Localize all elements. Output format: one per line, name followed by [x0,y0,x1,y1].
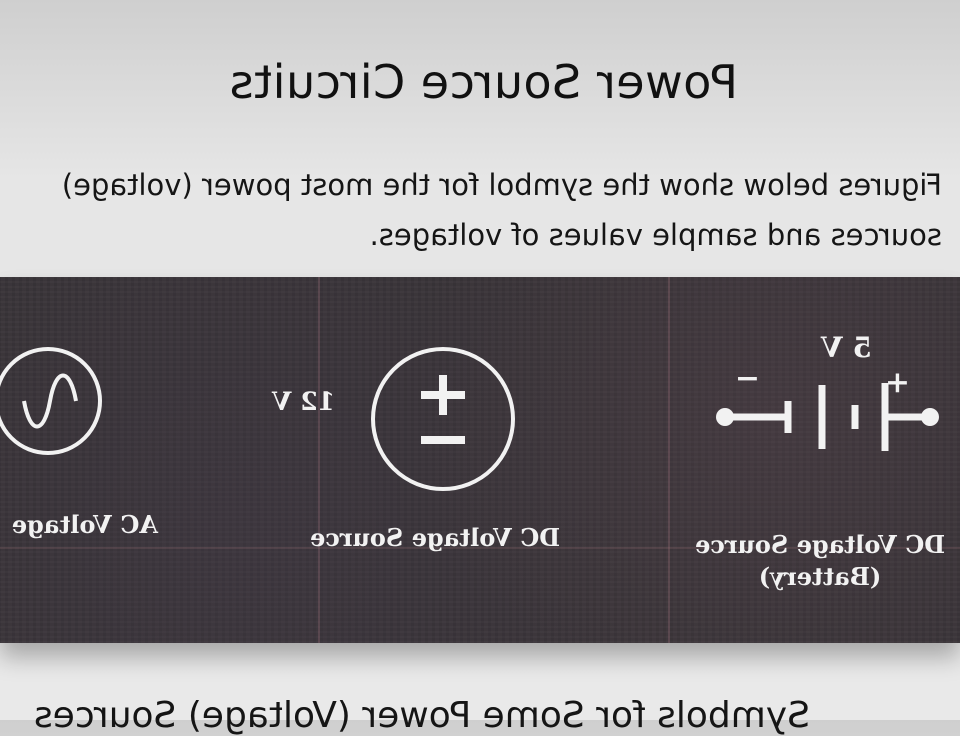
battery-minus-sign: − [734,361,760,396]
intro-paragraph: Figures below show the symbol for the mo… [0,160,942,260]
battery-value-label: 5 V [821,331,872,364]
slide-title: Power Source Circuits [229,55,738,109]
panel-texture-line [668,277,670,643]
battery-caption-line-1: DC Voltage Source [694,530,946,559]
ac-caption: AC Voltage [11,510,158,539]
intro-line-1: Figures below show the symbol for the mo… [61,168,942,202]
ac-source-symbol-icon [0,347,102,455]
mirrored-slide: Power Source Circuits Figures below show… [0,0,960,736]
battery-plus-sign: + [884,365,910,400]
panel-texture-line [318,277,320,643]
dc-caption: DC Voltage Source [309,523,561,552]
battery-caption: DC Voltage Source (Battery) [690,529,950,593]
intro-line-2: sources and sample values of voltages. [369,218,942,252]
battery-caption-line-2: (Battery) [758,562,882,591]
dc-value-label: 12 V [272,387,335,416]
dc-source-symbol-icon [371,347,515,491]
footer-caption: Symbols for Some Power (Voltage) Sources [33,695,810,736]
symbols-panel: 5 V + − DC Voltage Source (Battery) 12 V… [0,277,960,643]
